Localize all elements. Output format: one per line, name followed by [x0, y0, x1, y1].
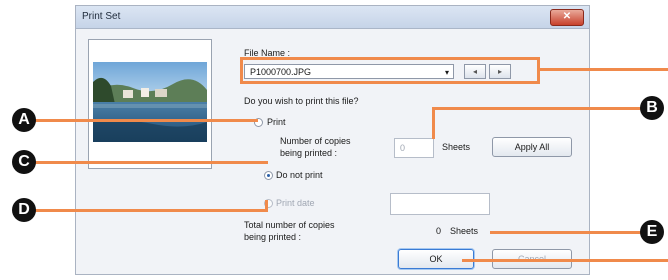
print-set-dialog: Print Set ✕ File Name: P1000700.JPG ▾ ◂… — [75, 5, 590, 275]
ok-button-leader — [462, 259, 668, 262]
callout-a-leader — [24, 119, 258, 122]
apply-all-label: Apply All — [514, 142, 550, 152]
total-value: 0 — [436, 226, 442, 236]
photo-thumbnail — [93, 62, 207, 142]
callout-b-leader-vertical — [432, 107, 435, 139]
file-name-highlight — [240, 57, 540, 84]
callout-d-leader — [24, 209, 268, 212]
print-question: Do you wish to print this file? — [244, 96, 359, 106]
do-not-print-label: Do not print — [276, 170, 323, 180]
print-date-field[interactable] — [390, 193, 490, 215]
callout-b-leader — [432, 107, 652, 110]
close-button[interactable]: ✕ — [550, 9, 584, 26]
copies-label-line2: being printed : — [280, 148, 338, 158]
callout-b: B — [640, 96, 664, 120]
do-not-print-radio[interactable] — [264, 171, 273, 180]
apply-all-button[interactable]: Apply All — [492, 137, 572, 157]
close-icon: ✕ — [562, 11, 572, 22]
total-label-line1: Total number of copies — [244, 220, 335, 230]
image-preview — [88, 39, 212, 169]
callout-c: C — [12, 150, 36, 174]
callout-c-leader — [24, 161, 268, 164]
callout-e-leader — [490, 231, 650, 234]
file-name-leader-line — [540, 68, 668, 71]
callout-e: E — [640, 220, 664, 244]
window-title: Print Set — [82, 11, 121, 22]
copies-value: 0 — [400, 143, 406, 153]
copies-label-line1: Number of copies — [280, 136, 351, 146]
title-bar: Print Set ✕ — [76, 6, 589, 29]
callout-d-leader-vertical — [265, 200, 268, 212]
callout-a: A — [12, 108, 36, 132]
total-label-line2: being printed : — [244, 232, 302, 242]
copies-stepper[interactable]: 0 — [394, 138, 434, 158]
print-date-label: Print date — [276, 198, 315, 208]
ok-label: OK — [429, 254, 443, 264]
total-unit: Sheets — [450, 226, 479, 236]
callout-d: D — [12, 198, 36, 222]
sheets-label: Sheets — [442, 142, 471, 152]
print-label: Print — [267, 117, 286, 127]
